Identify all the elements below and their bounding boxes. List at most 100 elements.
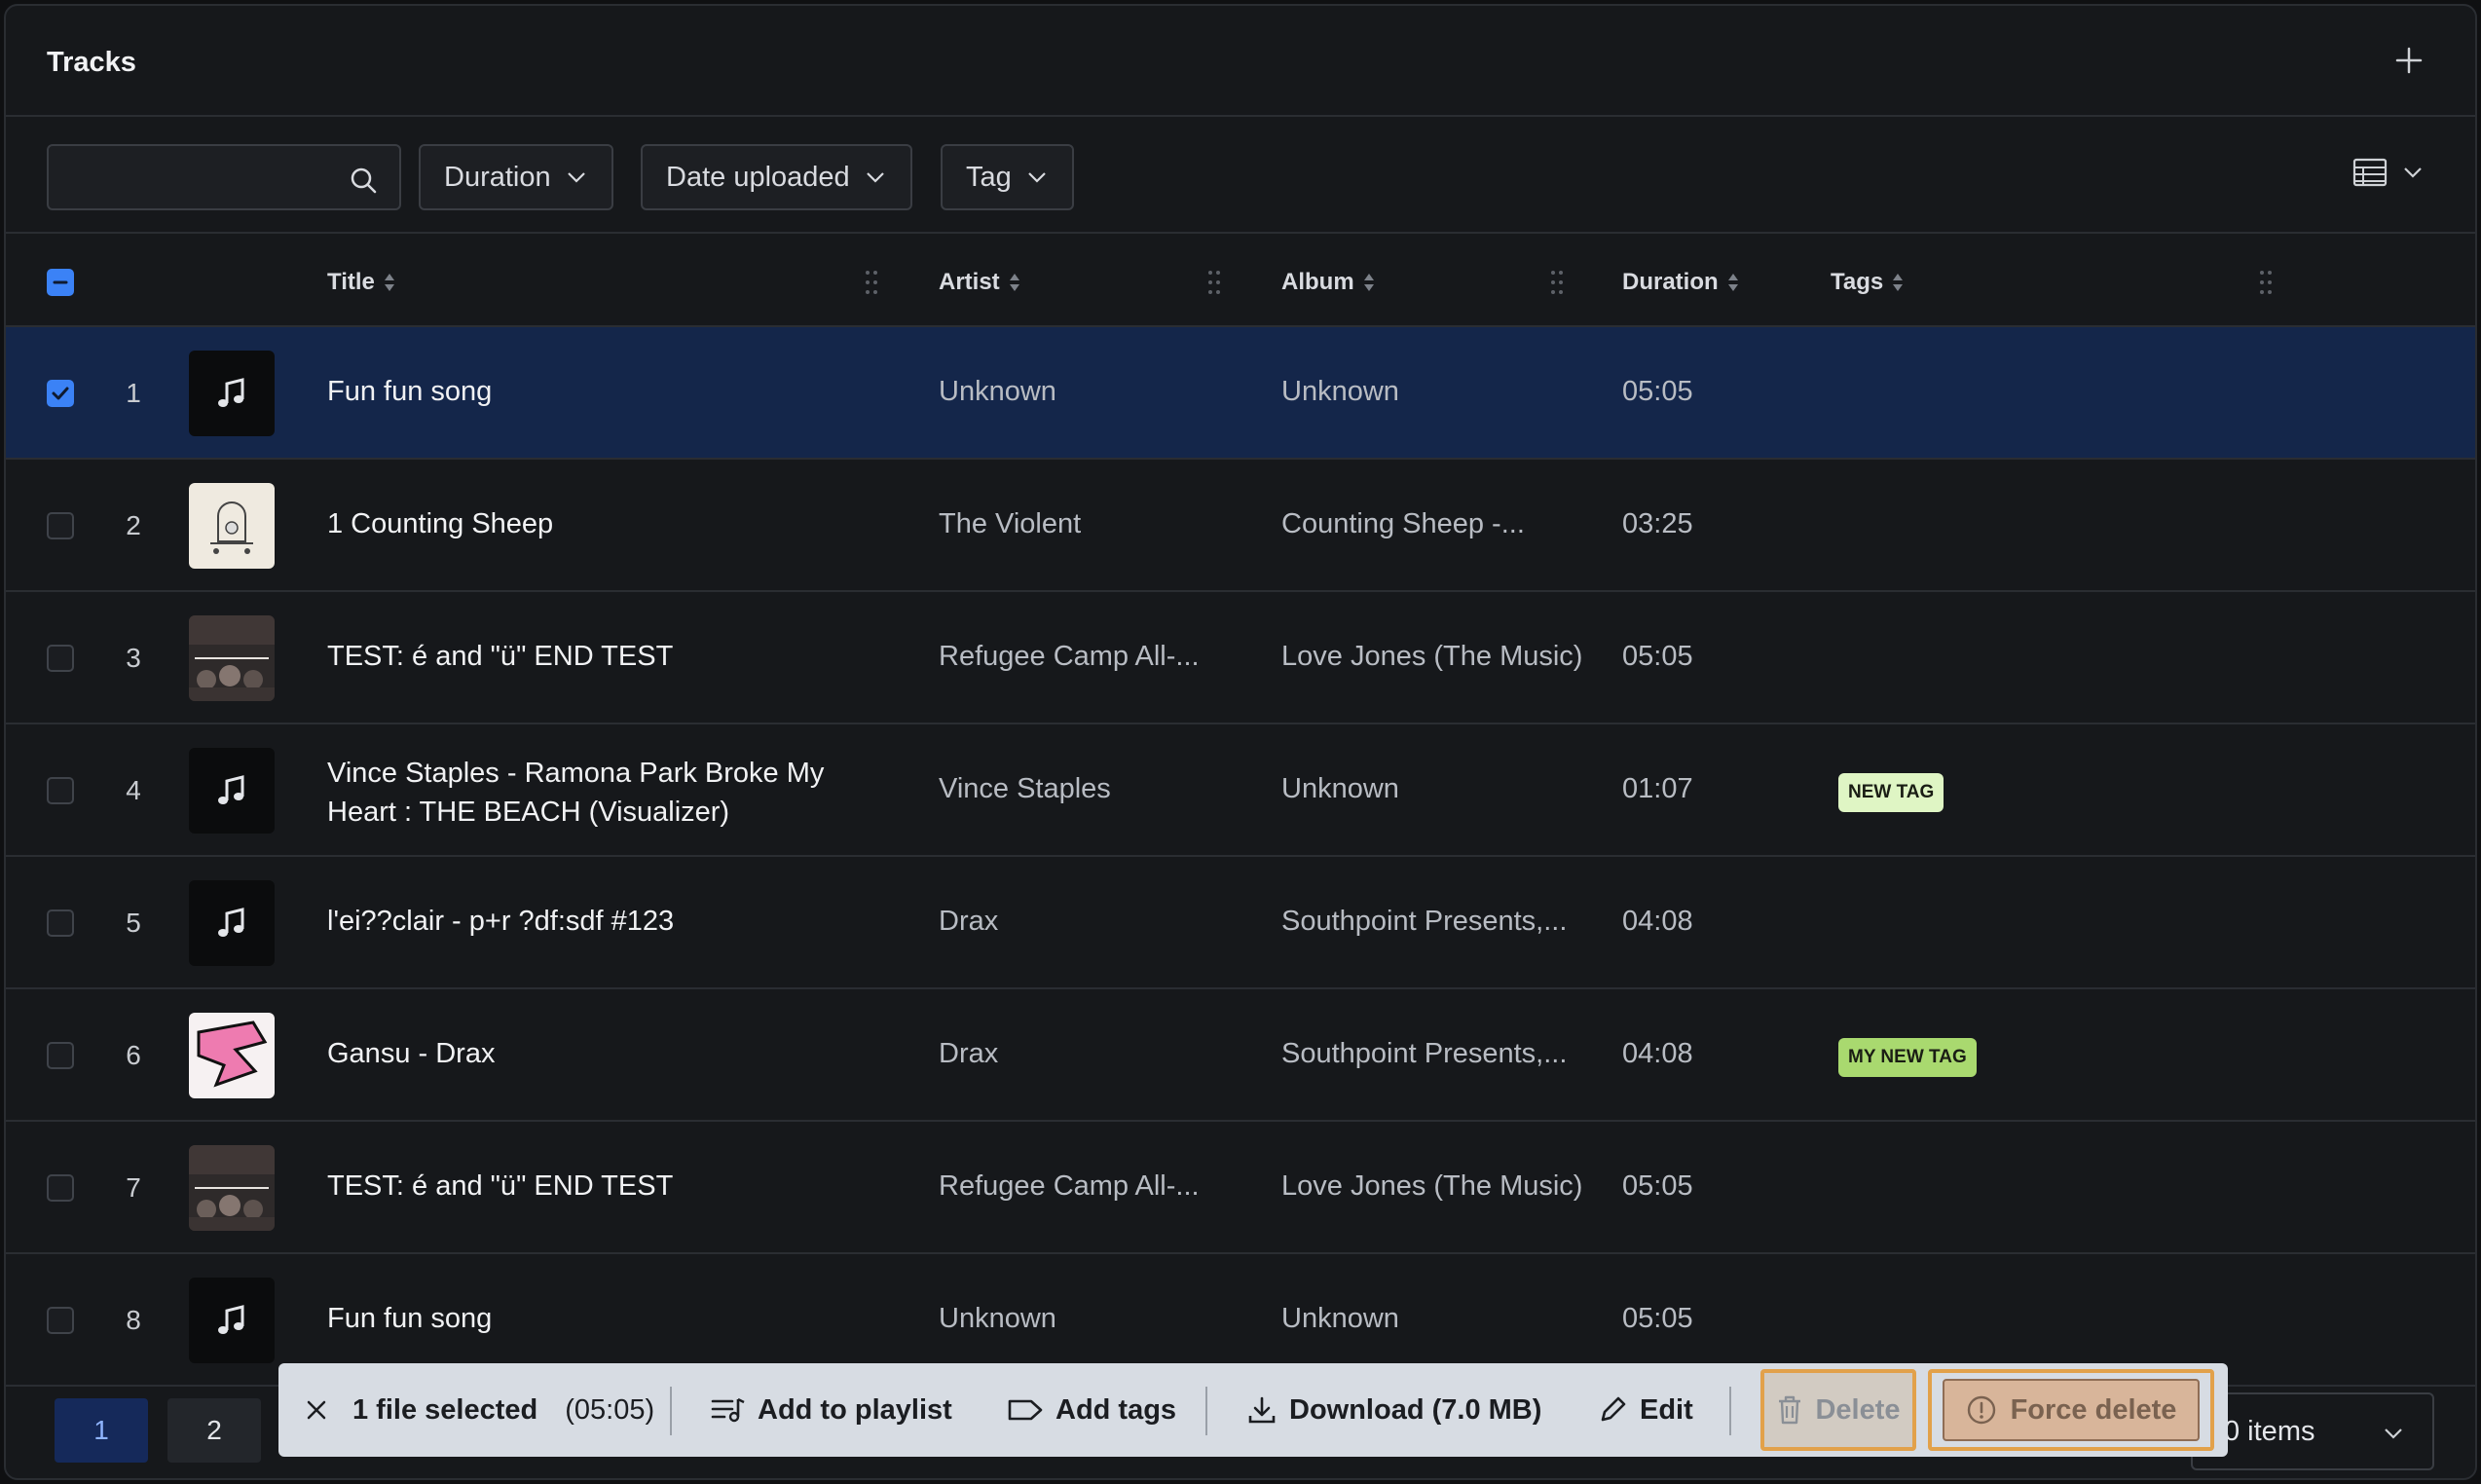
track-album: Love Jones (The Music) xyxy=(1281,641,1583,672)
search-input[interactable] xyxy=(62,156,335,199)
track-artist: Unknown xyxy=(939,376,1056,407)
download-label: Download (7.0 MB) xyxy=(1289,1393,1542,1426)
chevron-down-icon xyxy=(2385,1428,2402,1439)
track-album: Love Jones (The Music) xyxy=(1281,1170,1583,1202)
table-row[interactable]: 7 TEST: é and "ü" END TEST Refugee Camp … xyxy=(6,1122,2475,1254)
track-duration: 05:05 xyxy=(1622,376,1693,407)
delete-button[interactable]: Delete xyxy=(1760,1369,1916,1451)
row-checkbox[interactable] xyxy=(47,1174,74,1202)
page-2-button[interactable]: 2 xyxy=(167,1398,261,1463)
track-album: Southpoint Presents,... xyxy=(1281,906,1568,937)
table-row[interactable]: 5 l'ei??clair - p+r ?df:sdf #123 Drax So… xyxy=(6,857,2475,989)
date-uploaded-filter[interactable]: Date uploaded xyxy=(641,144,912,210)
add-track-button[interactable] xyxy=(2389,41,2428,80)
add-tags-button[interactable]: Add tags xyxy=(1007,1363,1176,1457)
column-tags[interactable]: Tags xyxy=(1831,269,1905,296)
track-artwork xyxy=(189,880,275,966)
edit-label: Edit xyxy=(1640,1393,1693,1426)
pencil-icon xyxy=(1601,1396,1626,1422)
music-note-icon xyxy=(218,1305,244,1334)
column-tags-label: Tags xyxy=(1831,269,1884,295)
track-artwork xyxy=(189,1278,275,1363)
row-checkbox[interactable] xyxy=(47,380,74,407)
playlist-add-icon xyxy=(711,1397,745,1423)
column-resize-handle-icon[interactable] xyxy=(2257,269,2275,296)
download-icon xyxy=(1248,1396,1276,1424)
row-checkbox[interactable] xyxy=(47,1042,74,1069)
row-number: 5 xyxy=(126,908,141,938)
track-artwork xyxy=(189,483,275,569)
track-artwork xyxy=(189,351,275,436)
track-title: Vince Staples - Ramona Park Broke My Hea… xyxy=(327,758,825,828)
column-artist[interactable]: Artist xyxy=(939,269,1021,296)
row-number: 2 xyxy=(126,510,141,540)
delete-label: Delete xyxy=(1815,1393,1901,1426)
row-checkbox[interactable] xyxy=(47,777,74,804)
column-duration[interactable]: Duration xyxy=(1622,269,1740,296)
table-row[interactable]: 1 Fun fun song Unknown Unknown 05:05 xyxy=(6,327,2475,460)
track-duration: 05:05 xyxy=(1622,1303,1693,1334)
row-checkbox[interactable] xyxy=(47,1307,74,1334)
row-checkbox[interactable] xyxy=(47,909,74,937)
column-artist-label: Artist xyxy=(939,269,1000,295)
table-row[interactable]: 6 Gansu - Drax Drax Southpoint Presents,… xyxy=(6,989,2475,1122)
track-title: Fun fun song xyxy=(327,1303,493,1334)
add-to-playlist-button[interactable]: Add to playlist xyxy=(711,1363,952,1457)
page-1-label: 1 xyxy=(93,1415,109,1445)
track-artwork xyxy=(189,1145,275,1231)
column-resize-handle-icon[interactable] xyxy=(1205,269,1223,296)
force-delete-button[interactable]: Force delete xyxy=(1928,1369,2214,1451)
track-artwork xyxy=(189,748,275,834)
track-artist: Drax xyxy=(939,1038,999,1069)
music-note-icon xyxy=(218,775,244,804)
table-view-icon xyxy=(2352,158,2388,187)
row-number: 8 xyxy=(126,1305,141,1335)
page-1-button[interactable]: 1 xyxy=(55,1398,148,1463)
column-title[interactable]: Title xyxy=(327,269,396,296)
page-title: Tracks xyxy=(47,47,136,78)
duration-filter[interactable]: Duration xyxy=(419,144,613,210)
search-field[interactable] xyxy=(47,144,401,210)
album-art-icon xyxy=(189,615,275,701)
track-title: 1 Counting Sheep xyxy=(327,508,554,539)
force-delete-inner: Force delete xyxy=(1942,1379,2201,1441)
track-artist: The Violent xyxy=(939,508,1082,539)
view-toggle[interactable] xyxy=(2352,158,2425,187)
download-button[interactable]: Download (7.0 MB) xyxy=(1246,1363,1541,1457)
table-header: Title Artist Album Duration Tags xyxy=(6,236,2475,327)
track-title: l'ei??clair - p+r ?df:sdf #123 xyxy=(327,906,675,937)
tag-badge: MY NEW TAG xyxy=(1838,1038,1977,1077)
tag-filter[interactable]: Tag xyxy=(941,144,1074,210)
clear-selection-button[interactable] xyxy=(304,1363,329,1457)
track-album: Unknown xyxy=(1281,773,1399,804)
table-row[interactable]: 4 Vince Staples - Ramona Park Broke My H… xyxy=(6,724,2475,857)
add-tags-label: Add tags xyxy=(1055,1393,1177,1426)
chevron-down-icon xyxy=(866,172,884,183)
table-row[interactable]: 3 TEST: é and "ü" END TEST Refugee Camp … xyxy=(6,592,2475,724)
divider xyxy=(1205,1387,1207,1435)
trash-icon xyxy=(1779,1395,1801,1425)
force-delete-label: Force delete xyxy=(2010,1393,2177,1426)
track-title: TEST: é and "ü" END TEST xyxy=(327,641,674,672)
column-duration-label: Duration xyxy=(1622,269,1719,295)
column-album[interactable]: Album xyxy=(1281,269,1376,296)
filter-bar: Duration Date uploaded Tag xyxy=(6,119,2475,234)
column-resize-handle-icon[interactable] xyxy=(1548,269,1566,296)
table-row[interactable]: 2 1 Counting Sheep The Violent Counting … xyxy=(6,460,2475,592)
edit-button[interactable]: Edit xyxy=(1597,1363,1693,1457)
select-all-checkbox[interactable] xyxy=(47,269,74,296)
row-checkbox[interactable] xyxy=(47,645,74,672)
track-title: TEST: é and "ü" END TEST xyxy=(327,1170,674,1202)
tag-filter-label: Tag xyxy=(966,161,1012,193)
row-number: 7 xyxy=(126,1172,141,1203)
selection-count-label: 1 file selected xyxy=(352,1393,538,1426)
chevron-down-icon xyxy=(1027,172,1046,183)
track-duration: 05:05 xyxy=(1622,641,1693,672)
tracks-panel: Tracks Duration Date uploaded Tag Title … xyxy=(4,4,2477,1480)
album-art-icon xyxy=(189,1145,275,1231)
divider xyxy=(1729,1387,1731,1435)
row-checkbox[interactable] xyxy=(47,512,74,539)
items-per-page-label: 0 items xyxy=(2224,1415,2315,1447)
column-resize-handle-icon[interactable] xyxy=(863,269,880,296)
track-album: Counting Sheep -... xyxy=(1281,508,1525,539)
